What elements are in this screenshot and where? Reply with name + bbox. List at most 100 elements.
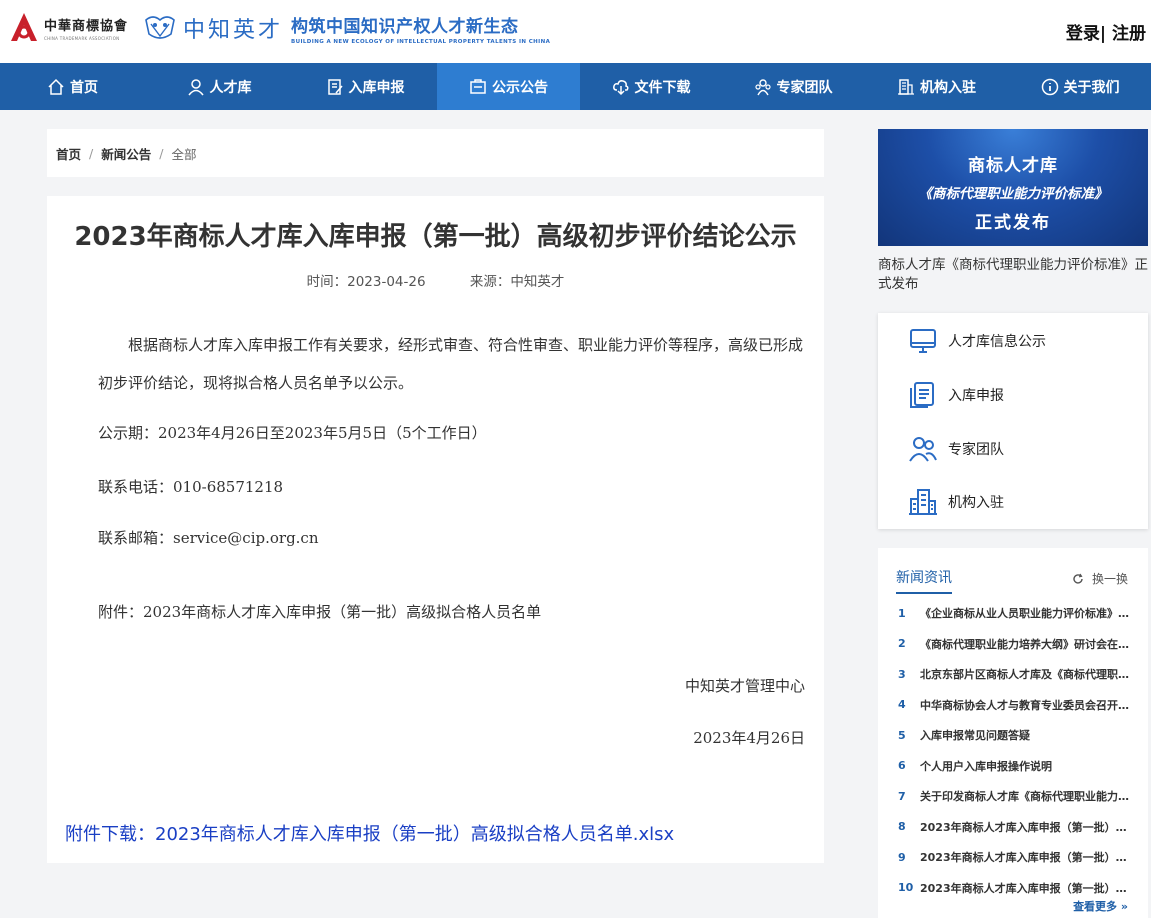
news-title: 2023年商标人才库入库申报（第一批）二... bbox=[920, 851, 1130, 865]
quick-link-label: 机构入驻 bbox=[948, 495, 1004, 511]
slogan: 构筑中国知识产权人才新生态 BUILDING A NEW ECOLOGY OF … bbox=[291, 12, 550, 45]
news-title: 《商标代理职业能力培养大纲》研讨会在... bbox=[920, 637, 1130, 651]
news-rank: 4 bbox=[898, 698, 906, 712]
register-link[interactable]: 注册 bbox=[1112, 24, 1146, 44]
news-title: 入库申报常见问题答疑 bbox=[920, 729, 1030, 743]
news-title: 关于印发商标人才库《商标代理职业能力... bbox=[920, 790, 1130, 804]
nav-label: 公示公告 bbox=[492, 79, 548, 96]
nav-label: 专家团队 bbox=[776, 79, 833, 96]
banner-line-3: 正式发布 bbox=[975, 213, 1051, 233]
breadcrumb: 首页 / 新闻公告 / 全部 bbox=[47, 129, 824, 177]
news-item[interactable]: 7 关于印发商标人才库《商标代理职业能力... bbox=[898, 781, 1130, 812]
news-title: 2023年商标人才库入库申报（第一批）高... bbox=[920, 820, 1130, 834]
breadcrumb-separator: / bbox=[159, 145, 164, 161]
team-icon bbox=[754, 78, 771, 95]
quick-link-apply[interactable]: 入库申报 bbox=[908, 380, 1004, 410]
cta-logo-icon bbox=[11, 13, 37, 41]
news-rank: 10 bbox=[898, 881, 914, 895]
news-title: 《企业商标从业人员职业能力评价标准》... bbox=[920, 607, 1130, 621]
news-item[interactable]: 9 2023年商标人才库入库申报（第一批）二... bbox=[898, 842, 1130, 873]
quick-link-label: 专家团队 bbox=[948, 442, 1004, 458]
info-icon bbox=[1041, 78, 1058, 95]
quick-link-talent-info[interactable]: 人才库信息公示 bbox=[908, 326, 1046, 356]
news-rank: 9 bbox=[898, 850, 906, 864]
news-rank: 6 bbox=[898, 759, 906, 773]
article-paragraph: 根据商标人才库入库申报工作有关要求，经形式审查、符合性审查、职业能力评价等程序，… bbox=[98, 326, 808, 402]
site-header: 中華商標協會 CHINA TRADEMARK ASSOCIATION 中知英才 … bbox=[0, 0, 1151, 63]
news-item[interactable]: 5 入库申报常见问题答疑 bbox=[898, 720, 1130, 751]
news-item[interactable]: 2 《商标代理职业能力培养大纲》研讨会在... bbox=[898, 629, 1130, 660]
news-panel: 新闻资讯 换一换 1 《企业商标从业人员职业能力评价标准》... 2 《商标代理职业… bbox=[878, 548, 1148, 918]
news-rank: 7 bbox=[898, 789, 906, 803]
breadcrumb-home[interactable]: 首页 bbox=[56, 144, 81, 163]
nav-label: 机构入驻 bbox=[920, 79, 976, 96]
nav-label: 关于我们 bbox=[1063, 79, 1120, 96]
publish-time: 时间：2023-04-26 bbox=[306, 274, 426, 290]
cta-logo[interactable]: 中華商標協會 CHINA TRADEMARK ASSOCIATION bbox=[8, 11, 128, 45]
user-icon bbox=[187, 78, 204, 95]
news-rank: 2 bbox=[898, 637, 906, 651]
refresh-label: 换一换 bbox=[1091, 572, 1128, 586]
news-title: 个人用户入库申报操作说明 bbox=[920, 759, 1052, 773]
nav-label: 首页 bbox=[70, 79, 98, 96]
news-title: 2023年商标人才库入库申报（第一批）二... bbox=[920, 881, 1130, 895]
auth-separator: | bbox=[1099, 24, 1107, 44]
publicity-period: 公示期：2023年4月26日至2023年5月5日（5个工作日） bbox=[98, 422, 487, 443]
notice-icon bbox=[470, 78, 486, 94]
banner-caption[interactable]: 商标人才库《商标代理职业能力评价标准》正式发布 bbox=[878, 256, 1148, 294]
nav-about[interactable]: 关于我们 bbox=[1009, 63, 1151, 110]
signature: 中知英才管理中心 bbox=[684, 677, 805, 695]
news-list: 1 《企业商标从业人员职业能力评价标准》... 2 《商标代理职业能力培养大纲》研讨… bbox=[898, 598, 1130, 903]
brand-name: 中知英才 bbox=[183, 18, 284, 43]
form-icon bbox=[327, 78, 343, 95]
news-item[interactable]: 1 《企业商标从业人员职业能力评价标准》... bbox=[898, 598, 1130, 629]
nav-apply[interactable]: 入库申报 bbox=[293, 63, 437, 110]
building-icon bbox=[909, 489, 937, 515]
brand-logo[interactable]: 中知英才 bbox=[143, 12, 283, 44]
breadcrumb-current: 全部 bbox=[171, 146, 197, 162]
nav-label: 文件下载 bbox=[634, 79, 691, 96]
nav-home[interactable]: 首页 bbox=[0, 63, 145, 110]
login-link[interactable]: 登录 bbox=[1066, 24, 1100, 44]
news-item[interactable]: 4 中华商标协会人才与教育专业委员会召开... bbox=[898, 690, 1130, 721]
quick-link-label: 入库申报 bbox=[948, 388, 1004, 404]
nav-label: 人才库 bbox=[209, 79, 252, 96]
news-rank: 1 bbox=[898, 606, 906, 620]
news-tab[interactable]: 新闻资讯 bbox=[896, 567, 952, 594]
breadcrumb-separator: / bbox=[89, 145, 94, 161]
news-rank: 8 bbox=[898, 820, 906, 834]
article-meta: 时间：2023-04-26 来源：中知英才 bbox=[47, 270, 824, 290]
contact-email: 联系邮箱：service@cip.org.cn bbox=[98, 529, 319, 547]
cloud-download-icon bbox=[612, 79, 629, 95]
auth-links: 登录| 注册 bbox=[1066, 19, 1146, 44]
nav-downloads[interactable]: 文件下载 bbox=[580, 63, 722, 110]
quick-link-institutions[interactable]: 机构入驻 bbox=[908, 487, 1004, 517]
nav-talent-pool[interactable]: 人才库 bbox=[145, 63, 293, 110]
period-text: 公示期：2023年4月26日至2023年5月5日（5个工作日） bbox=[98, 424, 487, 442]
nav-institutions[interactable]: 机构入驻 bbox=[864, 63, 1009, 110]
monitor-icon bbox=[910, 329, 936, 353]
banner-line-2: 《商标代理职业能力评价标准》 bbox=[918, 186, 1108, 202]
building-icon bbox=[898, 78, 914, 95]
news-rank: 3 bbox=[898, 667, 906, 681]
nav-notices[interactable]: 公示公告 bbox=[437, 63, 580, 110]
news-item[interactable]: 3 北京东部片区商标人才库及《商标代理职... bbox=[898, 659, 1130, 690]
nav-label: 入库申报 bbox=[348, 79, 405, 96]
nav-experts[interactable]: 专家团队 bbox=[722, 63, 864, 110]
slogan-en-text: BUILDING A NEW ECOLOGY OF INTELLECTUAL P… bbox=[291, 39, 551, 45]
article-title: 2023年商标人才库入库申报（第一批）高级初步评价结论公示 bbox=[74, 222, 797, 252]
view-more-link[interactable]: 查看更多 » bbox=[1073, 898, 1128, 914]
quick-link-experts[interactable]: 专家团队 bbox=[908, 434, 1004, 464]
quick-link-label: 人才库信息公示 bbox=[948, 334, 1046, 350]
attachment-download-link[interactable]: 附件下载：2023年商标人才库入库申报（第一批）高级拟合格人员名单.xlsx bbox=[65, 820, 674, 846]
breadcrumb-news[interactable]: 新闻公告 bbox=[101, 144, 151, 163]
promo-banner[interactable]: 商标人才库 《商标代理职业能力评价标准》 正式发布 bbox=[878, 129, 1148, 246]
document-icon bbox=[910, 382, 934, 408]
news-item[interactable]: 6 个人用户入库申报操作说明 bbox=[898, 751, 1130, 782]
refresh-button[interactable]: 换一换 bbox=[1072, 570, 1128, 587]
news-title: 中华商标协会人才与教育专业委员会召开... bbox=[920, 698, 1130, 712]
article-source: 来源：中知英才 bbox=[469, 274, 565, 290]
news-item[interactable]: 8 2023年商标人才库入库申报（第一批）高... bbox=[898, 812, 1130, 843]
cta-name: 中華商標協會 bbox=[44, 19, 129, 34]
contact-phone: 联系电话：010-68571218 bbox=[98, 478, 284, 496]
